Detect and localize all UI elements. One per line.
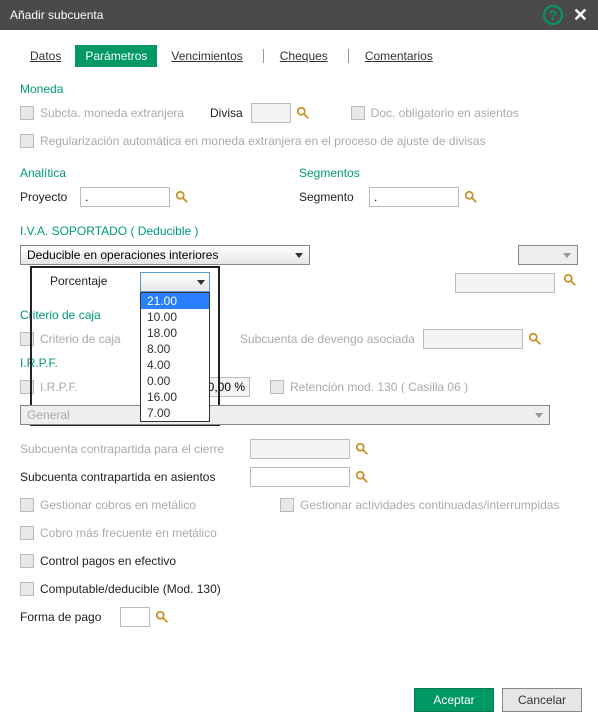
label-regularizacion: Regularización automática en moneda extr… xyxy=(40,134,486,148)
label-forma-pago: Forma de pago xyxy=(20,610,120,624)
titlebar: Añadir subcuenta ? ✕ xyxy=(0,0,598,30)
label-gestionar-cobros: Gestionar cobros en metálico xyxy=(40,498,280,512)
opt-5[interactable]: 0.00 xyxy=(141,373,209,389)
group-iva: I.V.A. SOPORTADO ( Deducible ) xyxy=(20,224,578,238)
search-icon-proyecto[interactable] xyxy=(174,189,190,205)
sub-asientos-input[interactable] xyxy=(250,467,350,487)
opt-4[interactable]: 4.00 xyxy=(141,357,209,373)
select-general: General xyxy=(20,405,550,425)
label-proyecto: Proyecto xyxy=(20,190,80,204)
search-icon-cierre[interactable] xyxy=(354,441,370,457)
label-divisa: Divisa xyxy=(210,106,243,120)
iva-extra-input xyxy=(455,273,555,293)
tab-parametros[interactable]: Parámetros xyxy=(75,45,157,67)
opt-6[interactable]: 16.00 xyxy=(141,389,209,405)
check-retencion[interactable] xyxy=(270,380,284,394)
label-computable: Computable/deducible (Mod. 130) xyxy=(40,582,221,596)
check-gestionar-cobros[interactable] xyxy=(20,498,34,512)
forma-pago-input[interactable] xyxy=(120,607,150,627)
check-cobro-frecuente[interactable] xyxy=(20,526,34,540)
tab-cheques[interactable]: Cheques xyxy=(270,45,338,67)
cancelar-button[interactable]: Cancelar xyxy=(502,688,582,712)
check-doc-obligatorio[interactable] xyxy=(351,106,365,120)
label-gestionar-actividades: Gestionar actividades continuadas/interr… xyxy=(300,498,559,512)
label-subcta-extranjera: Subcta. moneda extranjera xyxy=(40,106,210,120)
group-segmentos: Segmentos xyxy=(299,166,578,180)
tab-comentarios[interactable]: Comentarios xyxy=(355,45,443,67)
search-icon-segmento[interactable] xyxy=(463,189,479,205)
sub-cierre-input xyxy=(250,439,350,459)
segmento-input[interactable] xyxy=(369,187,459,207)
label-retencion: Retención mod. 130 ( Casilla 06 ) xyxy=(290,380,468,394)
label-doc-obligatorio: Doc. obligatorio en asientos xyxy=(371,106,519,120)
window-title: Añadir subcuenta xyxy=(10,8,103,22)
opt-1[interactable]: 10.00 xyxy=(141,309,209,325)
search-icon-asientos[interactable] xyxy=(354,469,370,485)
label-control-pagos: Control pagos en efectivo xyxy=(40,554,176,568)
divisa-input xyxy=(251,103,291,123)
group-irpf: I.R.P.F. xyxy=(20,356,578,370)
label-segmento: Segmento xyxy=(299,190,369,204)
tab-vencimientos[interactable]: Vencimientos xyxy=(161,45,252,67)
group-criterio: Criterio de caja xyxy=(20,308,578,322)
sub-devengo-input xyxy=(423,329,523,349)
help-icon[interactable]: ? xyxy=(543,5,563,25)
check-control-pagos[interactable] xyxy=(20,554,34,568)
opt-3[interactable]: 8.00 xyxy=(141,341,209,357)
search-icon-devengo[interactable] xyxy=(527,331,543,347)
group-moneda: Moneda xyxy=(20,82,578,96)
label-porcentaje: Porcentaje xyxy=(50,274,107,288)
label-sub-devengo: Subcuenta de devengo asociada xyxy=(240,332,415,346)
dropdown-porcentaje[interactable]: 21.00 10.00 18.00 8.00 4.00 0.00 16.00 7… xyxy=(140,292,210,422)
aceptar-button[interactable]: Aceptar xyxy=(414,688,494,712)
check-gestionar-actividades[interactable] xyxy=(280,498,294,512)
label-cobro-frecuente: Cobro más frecuente en metálico xyxy=(40,526,217,540)
check-criterio-caja[interactable] xyxy=(20,332,34,346)
proyecto-input[interactable] xyxy=(80,187,170,207)
search-icon-forma-pago[interactable] xyxy=(154,609,170,625)
select-porcentaje[interactable] xyxy=(140,272,210,292)
opt-2[interactable]: 18.00 xyxy=(141,325,209,341)
check-irpf[interactable] xyxy=(20,380,34,394)
check-computable[interactable] xyxy=(20,582,34,596)
close-icon[interactable]: ✕ xyxy=(573,5,588,26)
search-icon-divisa[interactable] xyxy=(295,105,311,121)
group-analitica: Analítica xyxy=(20,166,299,180)
opt-0[interactable]: 21.00 xyxy=(141,293,209,309)
label-sub-asientos: Subcuenta contrapartida en asientos xyxy=(20,470,250,484)
opt-7[interactable]: 7.00 xyxy=(141,405,209,421)
check-regularizacion[interactable] xyxy=(20,134,34,148)
label-sub-cierre: Subcuenta contrapartida para el cierre xyxy=(20,442,250,456)
select-deducible[interactable]: Deducible en operaciones interiores xyxy=(20,245,310,265)
search-icon-iva-extra[interactable] xyxy=(562,272,578,288)
tab-datos[interactable]: Datos xyxy=(20,45,71,67)
check-subcta-extranjera[interactable] xyxy=(20,106,34,120)
tabs: Datos Parámetros Vencimientos Cheques Co… xyxy=(20,45,578,67)
select-iva-right xyxy=(518,245,578,265)
